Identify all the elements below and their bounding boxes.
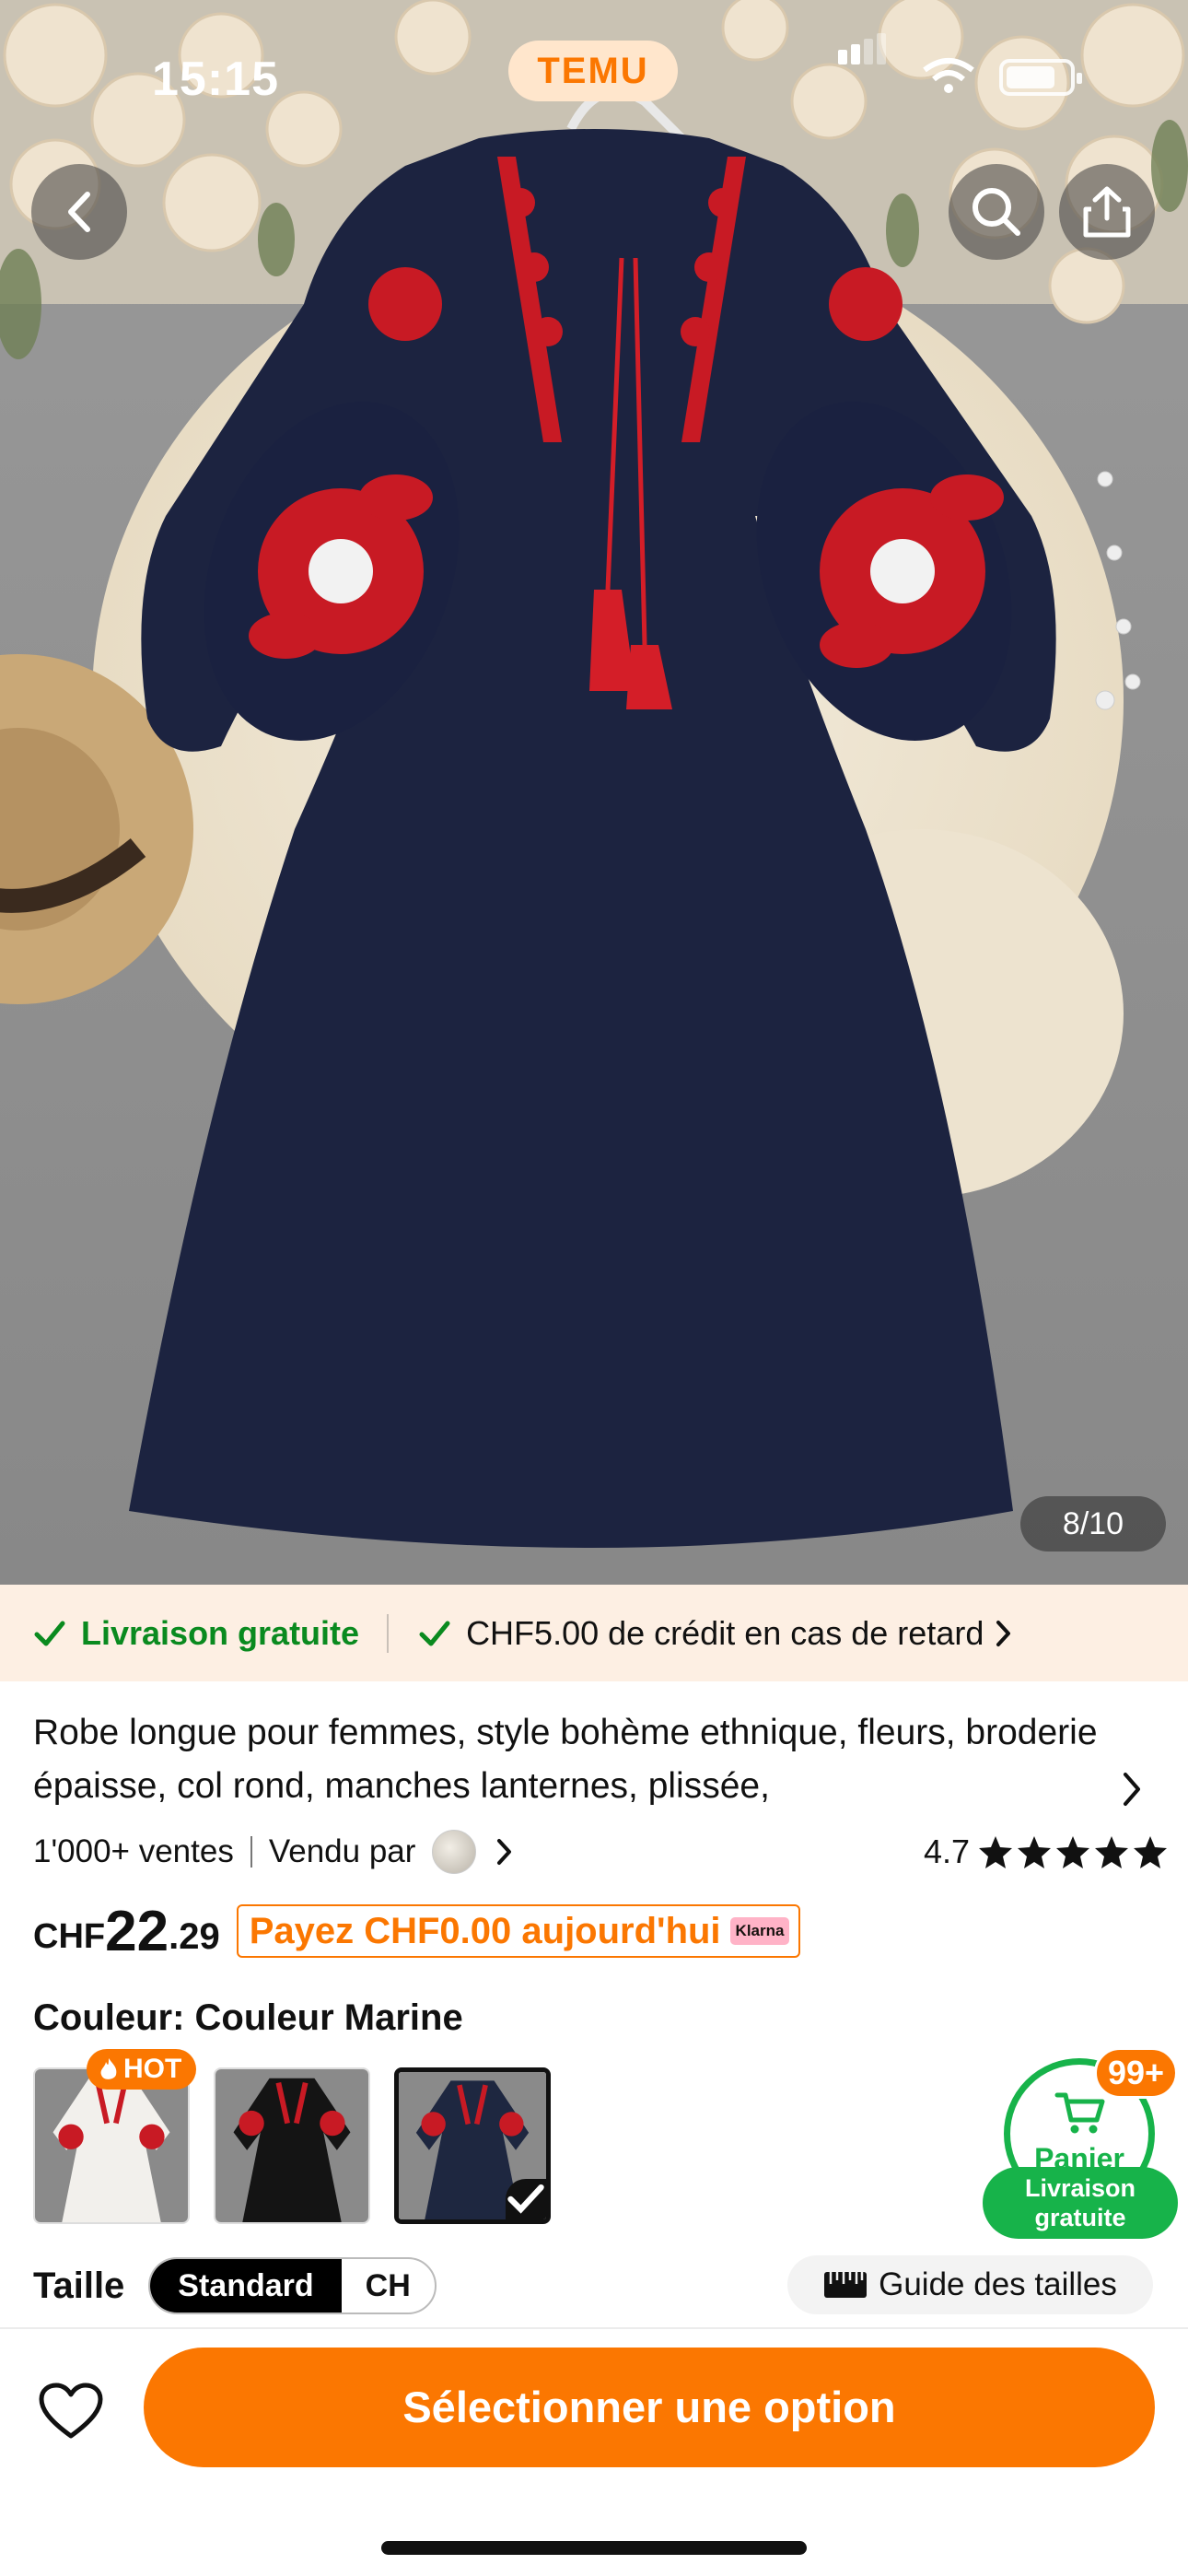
rating-value: 4.7 <box>924 1832 971 1870</box>
status-time: 15:15 <box>152 53 279 106</box>
product-title[interactable]: Robe longue pour femmes, style bohème et… <box>33 1706 1101 1813</box>
share-icon <box>1083 186 1131 238</box>
status-bar: 15:15 TEMU <box>0 0 1188 147</box>
back-button[interactable] <box>31 164 127 260</box>
size-option-standard[interactable]: Standard <box>150 2259 342 2313</box>
star-icon <box>979 1836 1013 1868</box>
free-shipping-label: Livraison gratuite <box>81 1613 360 1652</box>
check-icon <box>419 1621 450 1645</box>
color-swatch-black[interactable] <box>214 2067 370 2224</box>
size-selector: Taille Standard CH <box>33 2255 437 2316</box>
size-system-toggle: Standard CH <box>148 2257 437 2314</box>
divider <box>387 1613 390 1653</box>
star-icon <box>1018 1836 1052 1868</box>
selected-check-icon <box>506 2179 546 2219</box>
chevron-right-icon[interactable] <box>495 1836 515 1868</box>
favorite-button[interactable] <box>33 2373 109 2449</box>
star-icon <box>1095 1836 1129 1868</box>
color-swatch-white[interactable] <box>33 2067 190 2224</box>
chevron-left-icon <box>68 192 90 232</box>
klarna-logo: Klarna <box>729 1917 790 1945</box>
divider <box>250 1836 252 1868</box>
heart-icon <box>39 2383 103 2439</box>
late-credit-label: CHF5.00 de crédit en cas de retard <box>466 1613 984 1652</box>
free-shipping-notice: Livraison gratuite <box>31 1614 359 1653</box>
share-button[interactable] <box>1059 164 1155 260</box>
brand-logo: TEMU <box>508 41 678 101</box>
check-icon <box>34 1621 65 1645</box>
color-swatches <box>33 2067 575 2224</box>
hot-badge: HOT <box>87 2049 197 2090</box>
size-label: Taille <box>33 2265 125 2306</box>
price-row: CHF 22 .29 Payez CHF0.00 aujourd'hui Kla… <box>33 1894 801 1968</box>
battery-icon <box>999 59 1082 96</box>
pay-later-label: Payez CHF0.00 aujourd'hui <box>249 1910 721 1951</box>
swatch-image <box>215 2069 368 2222</box>
cart-count-badge: 99+ <box>1094 2047 1179 2099</box>
sales-count: 1'000+ ventes <box>33 1833 234 1869</box>
star-icon <box>1134 1836 1168 1868</box>
size-option-ch[interactable]: CH <box>342 2259 435 2313</box>
star-icon <box>1056 1836 1090 1868</box>
home-indicator <box>381 2541 807 2555</box>
price-currency: CHF <box>33 1916 106 1956</box>
sales-seller-row[interactable]: 1'000+ ventes Vendu par <box>33 1829 515 1875</box>
seller-avatar[interactable] <box>432 1830 477 1874</box>
search-button[interactable] <box>949 164 1044 260</box>
search-icon <box>973 188 1020 236</box>
sold-by-label: Vendu par <box>268 1833 416 1869</box>
product-image-gallery[interactable]: 15:15 TEMU 8/10 <box>0 0 1188 1585</box>
color-swatch-navy[interactable] <box>394 2067 551 2224</box>
chevron-right-icon <box>996 1620 1011 1646</box>
color-label: Couleur: Couleur Marine <box>33 1997 463 2038</box>
late-delivery-credit[interactable]: CHF5.00 de crédit en cas de retard <box>416 1614 1015 1653</box>
image-counter: 8/10 <box>1020 1496 1166 1551</box>
cart-free-line2: gratuite <box>1034 2204 1126 2231</box>
cart-icon <box>1054 2092 1105 2134</box>
size-guide-button[interactable]: Guide des tailles <box>787 2255 1153 2314</box>
wifi-icon <box>923 58 974 93</box>
bottom-action-bar: Sélectionner une option <box>0 2327 1188 2576</box>
select-option-button[interactable]: Sélectionner une option <box>144 2348 1155 2467</box>
product-rating[interactable]: 4.7 <box>924 1829 1169 1875</box>
pay-later-promo[interactable]: Payez CHF0.00 aujourd'hui Klarna <box>236 1904 801 1958</box>
cart-free-shipping-badge: Livraison gratuite <box>983 2167 1178 2239</box>
chevron-right-icon[interactable] <box>1118 1769 1146 1809</box>
flame-icon <box>100 2058 117 2079</box>
swatch-image <box>35 2069 188 2222</box>
price-integer: 22 <box>105 1899 169 1963</box>
rating-stars <box>975 1833 1169 1870</box>
size-guide-label: Guide des tailles <box>879 2266 1117 2302</box>
hot-label: HOT <box>123 2054 182 2084</box>
cart-free-line1: Livraison <box>1024 2174 1136 2202</box>
price-decimal: .29 <box>169 1915 220 1957</box>
shipping-banner[interactable]: Livraison gratuite CHF5.00 de crédit en … <box>0 1585 1188 1681</box>
ruler-icon <box>824 2272 868 2298</box>
